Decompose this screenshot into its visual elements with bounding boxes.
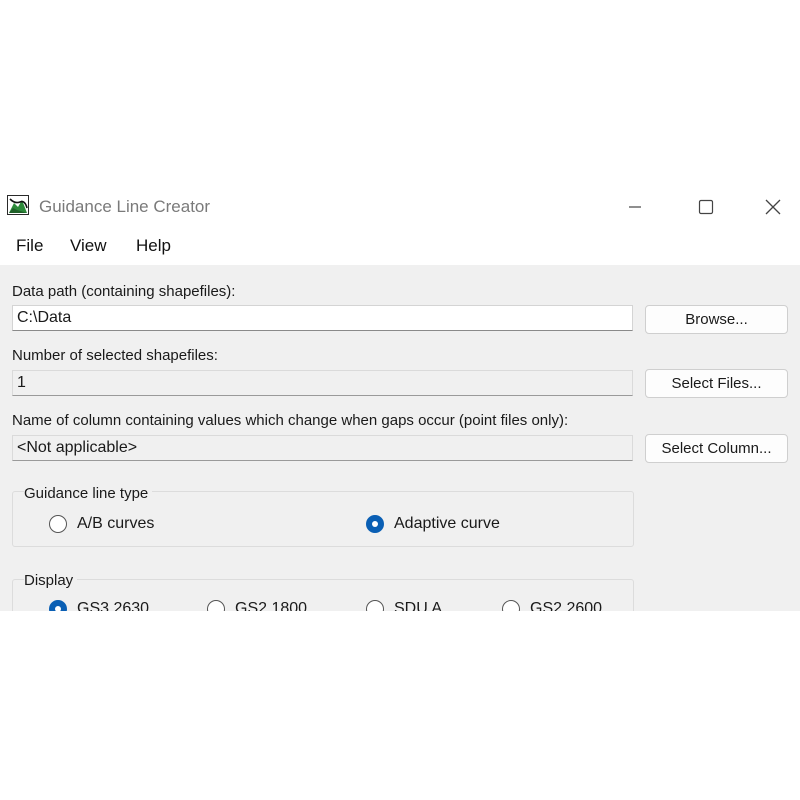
- radio-gs2-1800-indicator[interactable]: [207, 600, 225, 611]
- select-files-button[interactable]: Select Files...: [645, 369, 788, 398]
- maximize-button[interactable]: [681, 187, 731, 227]
- radio-gs2-1800-label: GS2 1800: [235, 600, 308, 611]
- maximize-icon: [698, 199, 714, 215]
- radio-ab-curves-indicator[interactable]: [49, 515, 67, 533]
- close-icon: [765, 199, 781, 215]
- radio-gs2-1800[interactable]: GS2 1800: [207, 600, 307, 611]
- title-bar[interactable]: Guidance Line Creator: [0, 187, 800, 227]
- radio-adaptive-curve[interactable]: Adaptive curve: [366, 515, 500, 533]
- radio-gs3-2630-indicator[interactable]: [49, 600, 67, 611]
- radio-ab-curves[interactable]: A/B curves: [49, 515, 154, 533]
- menu-file[interactable]: File: [16, 236, 43, 256]
- gap-column-field: <Not applicable>: [12, 435, 633, 461]
- browse-button[interactable]: Browse...: [645, 305, 788, 334]
- close-button[interactable]: [748, 187, 798, 227]
- radio-gs2-2600-label: GS2 2600: [530, 600, 603, 611]
- app-icon: [7, 195, 29, 215]
- guidance-line-type-title: Guidance line type: [24, 485, 153, 502]
- window-title: Guidance Line Creator: [39, 197, 211, 216]
- menu-view[interactable]: View: [70, 236, 107, 256]
- menu-help[interactable]: Help: [136, 236, 171, 256]
- radio-sdu-a[interactable]: SDU A: [366, 600, 442, 611]
- radio-ab-curves-label: A/B curves: [77, 515, 155, 532]
- menu-bar: File View Help: [0, 227, 800, 265]
- radio-gs2-2600[interactable]: GS2 2600: [502, 600, 602, 611]
- radio-adaptive-curve-label: Adaptive curve: [394, 515, 500, 532]
- shapefiles-count-field: 1: [12, 370, 633, 396]
- minimize-button[interactable]: [610, 187, 660, 227]
- radio-adaptive-curve-indicator[interactable]: [366, 515, 384, 533]
- minimize-icon: [629, 206, 641, 208]
- select-column-button[interactable]: Select Column...: [645, 434, 788, 463]
- gap-column-label: Name of column containing values which c…: [12, 412, 569, 429]
- radio-gs2-2600-indicator[interactable]: [502, 600, 520, 611]
- display-title: Display: [24, 572, 78, 589]
- radio-gs3-2630-label: GS3 2630: [77, 600, 150, 611]
- app-window: Guidance Line Creator File View Help Dat…: [0, 187, 800, 611]
- data-path-input[interactable]: C:\Data: [12, 305, 633, 331]
- data-path-label: Data path (containing shapefiles):: [12, 283, 236, 300]
- radio-gs3-2630[interactable]: GS3 2630: [49, 600, 149, 611]
- shapefiles-count-label: Number of selected shapefiles:: [12, 347, 218, 364]
- radio-sdu-a-indicator[interactable]: [366, 600, 384, 611]
- radio-sdu-a-label: SDU A: [394, 600, 443, 611]
